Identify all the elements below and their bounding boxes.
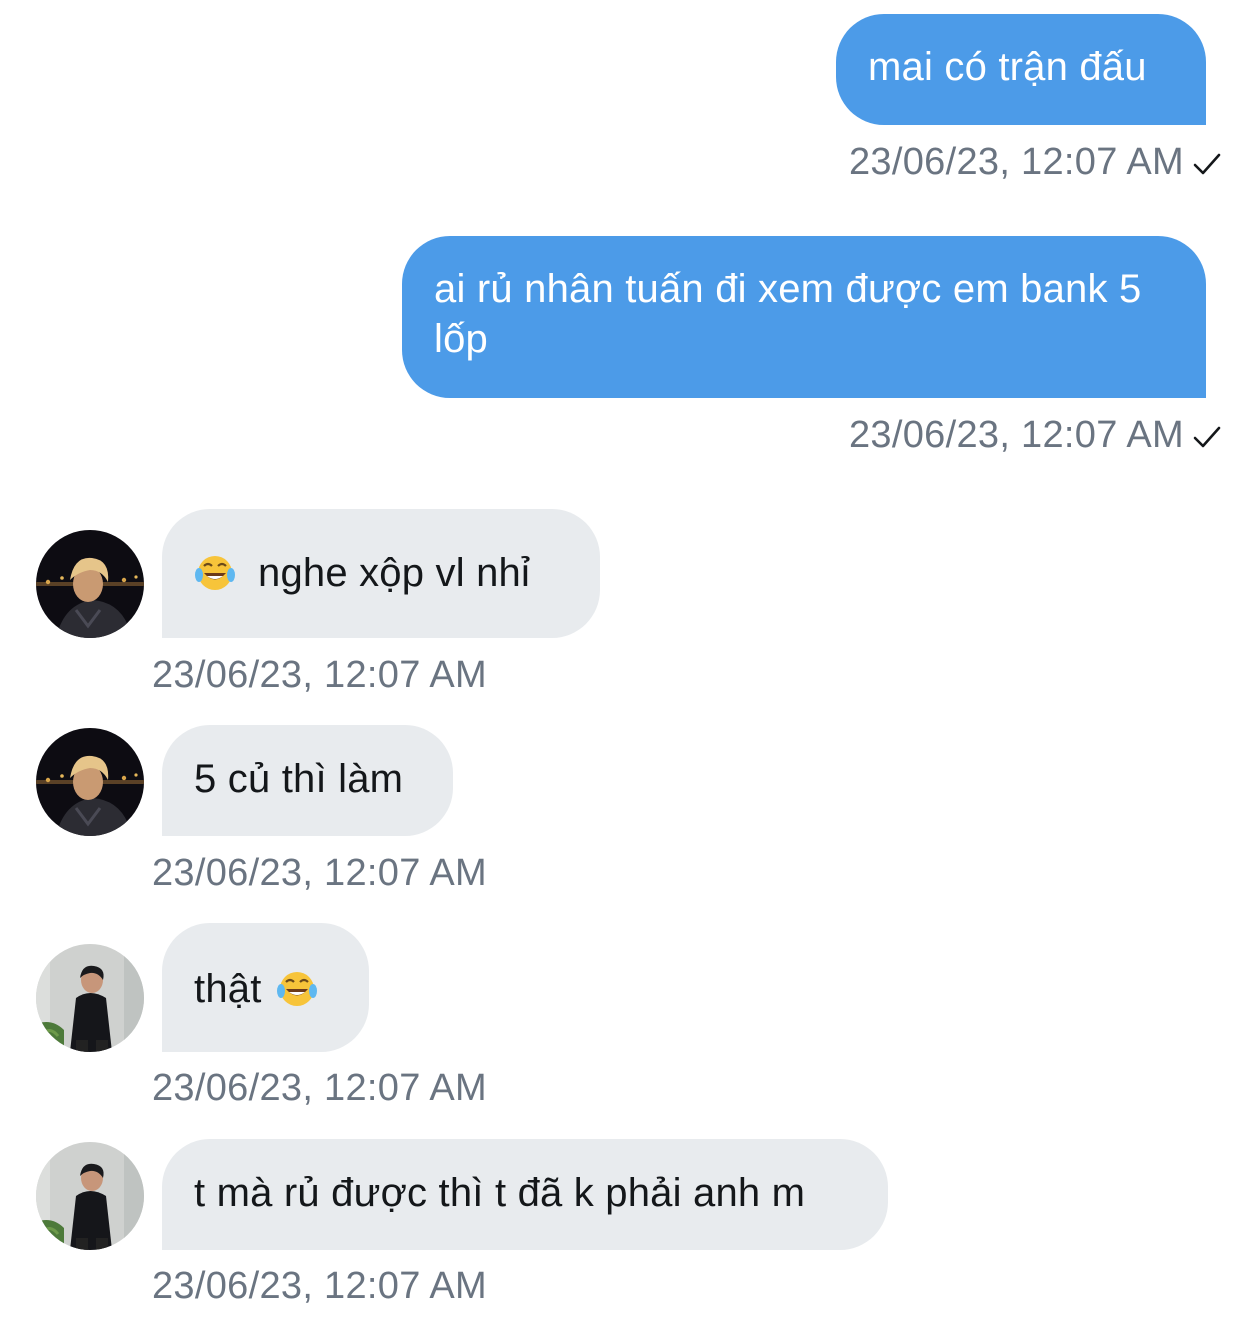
message-timestamp: 23/06/23, 12:07 AM — [152, 1067, 487, 1109]
check-icon — [1193, 426, 1221, 448]
check-icon — [1193, 153, 1221, 175]
avatar[interactable] — [36, 530, 144, 638]
laughing-emoji-icon — [194, 552, 236, 594]
incoming-message-bubble[interactable]: thật — [162, 923, 369, 1052]
message-text: ai rủ nhân tuấn đi xem được em bank 5 lố… — [434, 267, 1142, 361]
message-timestamp: 23/06/23, 12:07 AM — [849, 141, 1184, 183]
message-timestamp: 23/06/23, 12:07 AM — [152, 852, 487, 894]
laughing-emoji-icon — [276, 968, 318, 1010]
incoming-message-bubble[interactable]: t mà rủ được thì t đã k phải anh m — [162, 1139, 888, 1250]
message-text: 5 củ thì làm — [194, 757, 404, 801]
message-text: thật — [194, 967, 262, 1011]
incoming-message-bubble[interactable]: nghe xộp vl nhỉ — [162, 509, 600, 638]
message-thread: mai có trận đấu 23/06/23, 12:07 AM ai rủ… — [0, 0, 1242, 1326]
message-timestamp: 23/06/23, 12:07 AM — [152, 1265, 487, 1307]
message-text: t mà rủ được thì t đã k phải anh m — [194, 1171, 806, 1215]
message-timestamp: 23/06/23, 12:07 AM — [849, 414, 1184, 456]
message-timestamp: 23/06/23, 12:07 AM — [152, 654, 487, 696]
avatar[interactable] — [36, 1142, 144, 1250]
avatar[interactable] — [36, 944, 144, 1052]
incoming-message-bubble[interactable]: 5 củ thì làm — [162, 725, 453, 836]
message-text: nghe xộp vl nhỉ — [258, 551, 531, 595]
outgoing-message-bubble[interactable]: mai có trận đấu — [836, 14, 1206, 125]
message-text: mai có trận đấu — [868, 45, 1147, 89]
outgoing-message-bubble[interactable]: ai rủ nhân tuấn đi xem được em bank 5 lố… — [402, 236, 1206, 398]
avatar[interactable] — [36, 728, 144, 836]
